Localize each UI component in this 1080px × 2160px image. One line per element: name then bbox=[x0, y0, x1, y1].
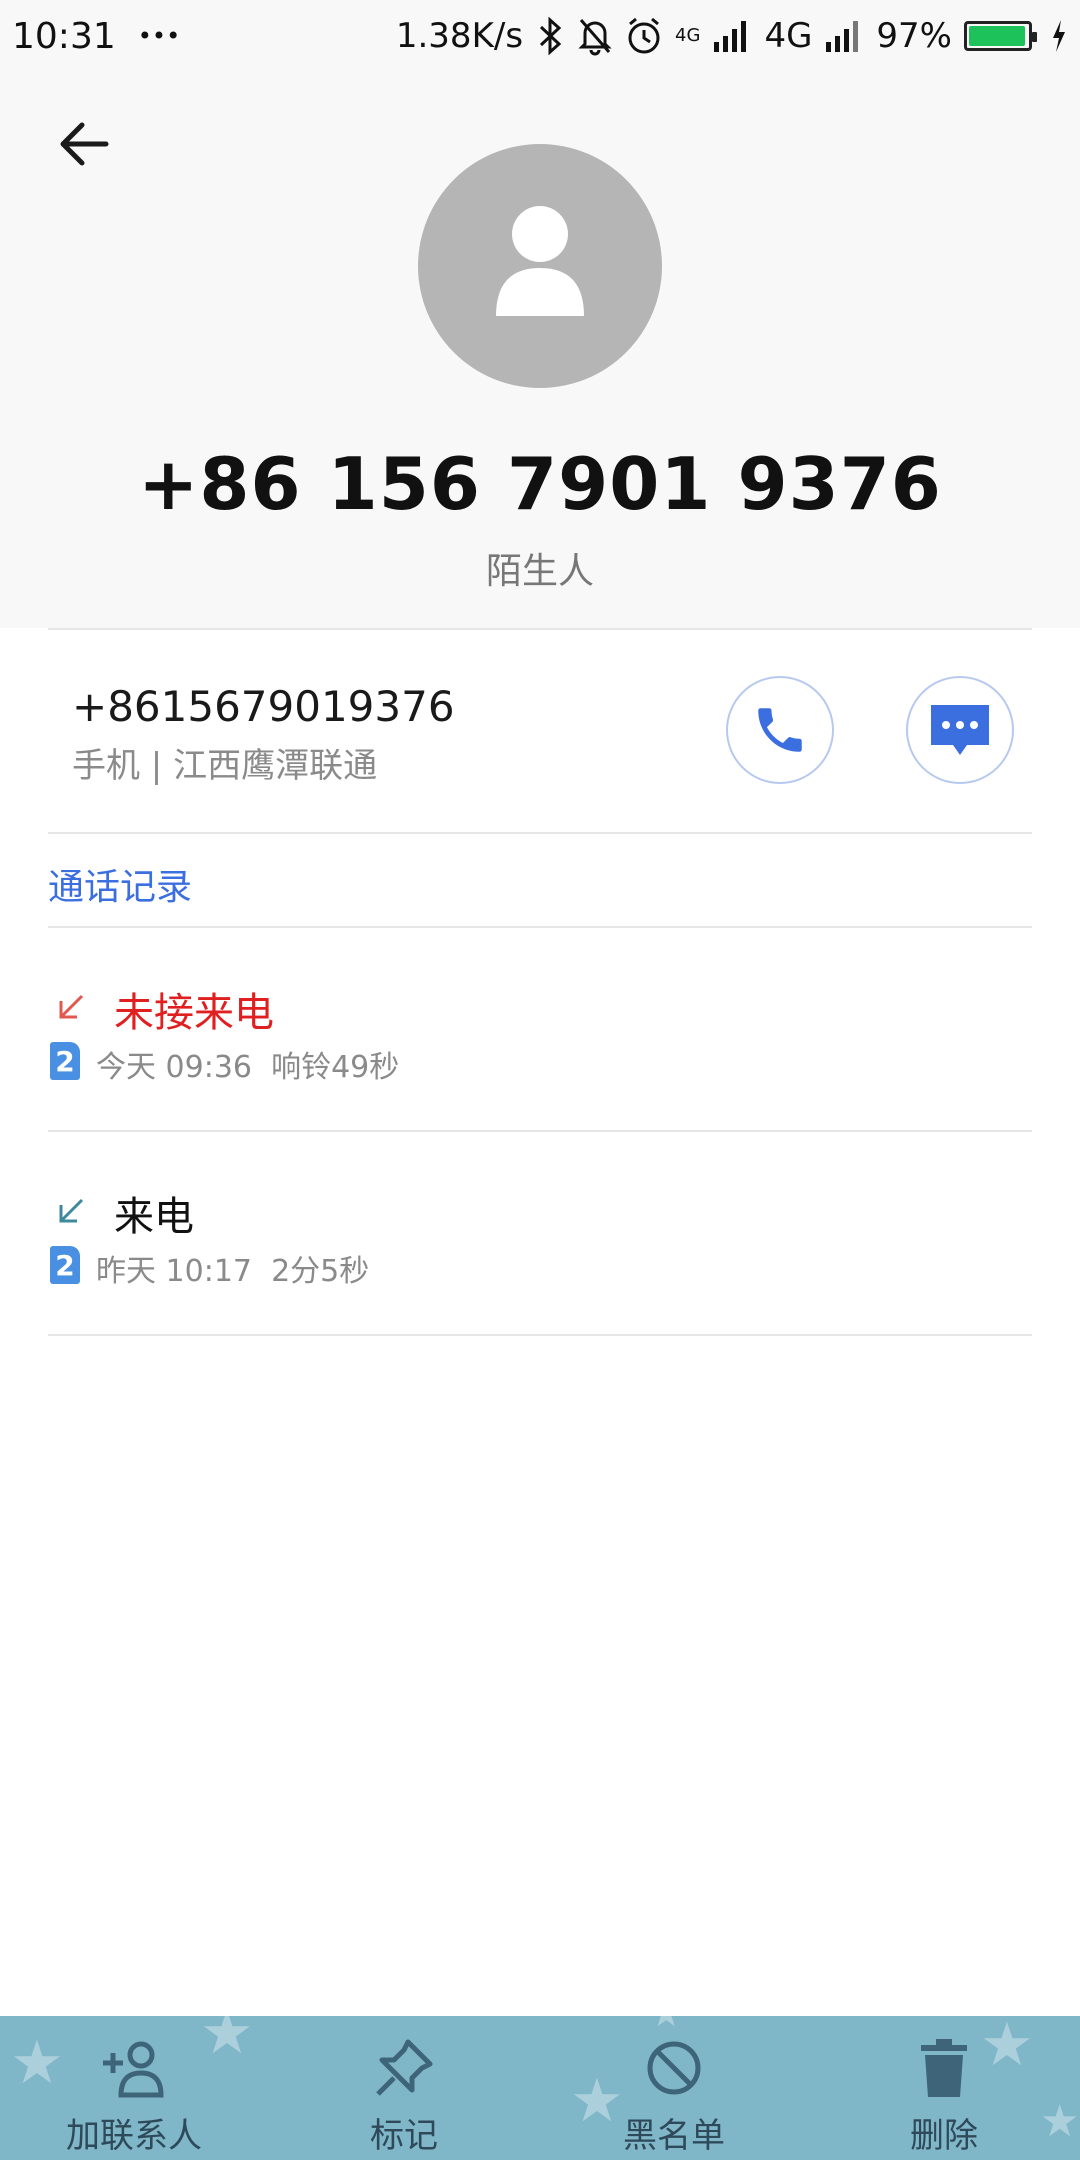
mark-button[interactable]: 标记 bbox=[304, 2016, 504, 2160]
status-left: 10:31 ••• bbox=[12, 16, 180, 57]
blacklist-button[interactable]: 黑名单 bbox=[574, 2016, 774, 2160]
blacklist-label: 黑名单 bbox=[623, 2116, 725, 2156]
person-icon bbox=[496, 206, 584, 316]
status-more: ••• bbox=[137, 22, 181, 50]
contact-header: +86 156 7901 9376 陌生人 bbox=[0, 72, 1080, 628]
call-duration: 响铃49秒 bbox=[271, 1050, 400, 1085]
phone-number: +8615679019376 bbox=[72, 682, 455, 731]
call-time: 今天 09:36 bbox=[96, 1050, 252, 1085]
signal-icon bbox=[712, 18, 752, 54]
divider bbox=[48, 926, 1032, 928]
sim-icon: 2 bbox=[50, 1246, 80, 1284]
number-detail: 手机 | 江西鹰潭联通 bbox=[72, 746, 378, 786]
call-log-item[interactable]: 来电 2 昨天 10:17 2分5秒 bbox=[0, 1134, 1080, 1334]
call-duration: 2分5秒 bbox=[271, 1254, 370, 1289]
message-icon bbox=[931, 705, 989, 755]
call-meta: 今天 09:36 响铃49秒 bbox=[96, 1042, 399, 1086]
charging-icon bbox=[1050, 18, 1068, 54]
call-type: 未接来电 bbox=[114, 990, 274, 1036]
back-button[interactable] bbox=[52, 112, 116, 176]
divider bbox=[48, 1130, 1032, 1132]
battery-fill bbox=[969, 26, 1026, 46]
number-row[interactable]: +8615679019376 手机 | 江西鹰潭联通 bbox=[0, 630, 1080, 830]
incoming-call-arrow-icon bbox=[59, 1198, 84, 1223]
signal-icon-2 bbox=[824, 18, 864, 54]
sim-icon: 2 bbox=[50, 1042, 80, 1080]
call-type: 来电 bbox=[114, 1194, 194, 1240]
network-speed: 1.38K/s bbox=[395, 16, 524, 56]
battery-icon bbox=[964, 21, 1037, 51]
mark-label: 标记 bbox=[370, 2116, 438, 2156]
block-icon bbox=[647, 2041, 701, 2095]
network-small: 4G bbox=[675, 25, 701, 46]
divider bbox=[48, 1334, 1032, 1336]
battery-percent: 97% bbox=[876, 16, 952, 56]
back-arrow-icon bbox=[60, 122, 109, 166]
missed-call-arrow-icon bbox=[59, 994, 84, 1019]
mute-bell-icon bbox=[577, 16, 613, 56]
call-meta: 昨天 10:17 2分5秒 bbox=[96, 1246, 369, 1290]
call-log-heading: 通话记录 bbox=[48, 867, 193, 908]
status-time: 10:31 bbox=[12, 15, 116, 57]
alarm-icon bbox=[625, 16, 663, 56]
call-button[interactable] bbox=[726, 676, 834, 784]
avatar bbox=[418, 144, 662, 388]
add-person-icon bbox=[103, 2041, 164, 2098]
add-contact-label: 加联系人 bbox=[66, 2116, 202, 2156]
contact-tag: 陌生人 bbox=[485, 551, 594, 592]
status-right: 1.38K/s 4G 4G 97% bbox=[396, 16, 1068, 56]
delete-label: 删除 bbox=[910, 2116, 978, 2156]
star-decoration-icon: ★ bbox=[1040, 2096, 1080, 2147]
status-bar: 10:31 ••• 1.38K/s 4G 4G 97% bbox=[0, 0, 1080, 72]
bluetooth-icon bbox=[535, 16, 565, 56]
phone-icon bbox=[758, 708, 802, 752]
page-title: +86 156 7901 9376 bbox=[138, 442, 942, 526]
network-type: 4G bbox=[764, 16, 813, 56]
delete-button[interactable]: 删除 bbox=[844, 2016, 1044, 2160]
call-time: 昨天 10:17 bbox=[96, 1254, 252, 1289]
message-button[interactable] bbox=[906, 676, 1014, 784]
trash-icon bbox=[921, 2039, 967, 2097]
divider bbox=[48, 832, 1032, 834]
bottom-action-bar: ★ ★ ★ ★ ★ ★ 加联系人 标记 黑名单 删除 bbox=[0, 2016, 1080, 2160]
add-contact-button[interactable]: 加联系人 bbox=[34, 2016, 234, 2160]
call-log-item[interactable]: 未接来电 2 今天 09:36 响铃49秒 bbox=[0, 930, 1080, 1130]
pin-icon bbox=[376, 2039, 433, 2096]
